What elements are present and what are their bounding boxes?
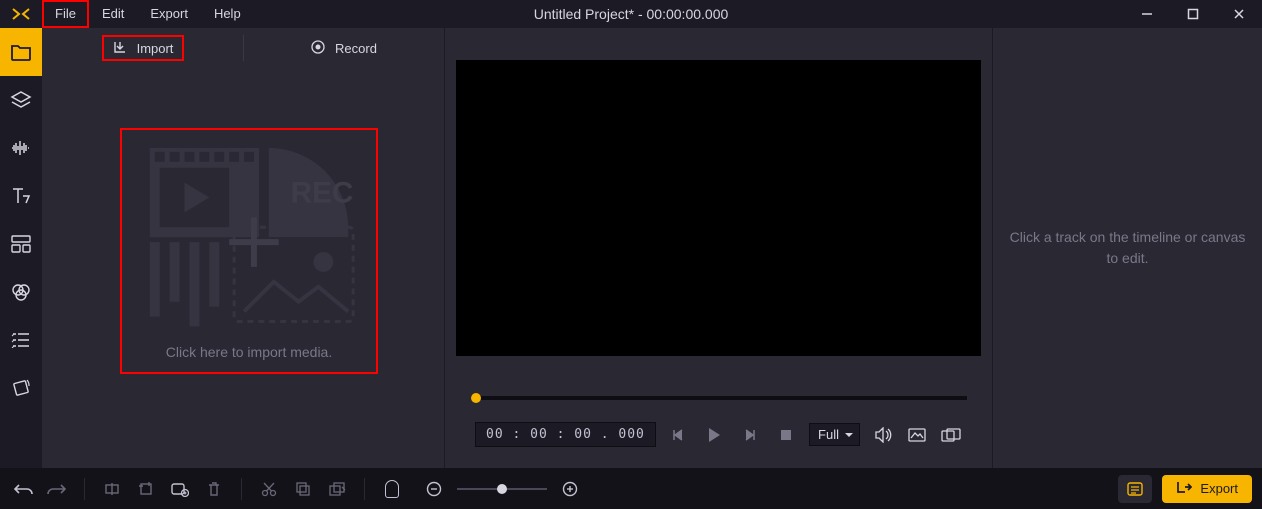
preview-right-controls: Full xyxy=(809,423,962,446)
export-button[interactable]: Export xyxy=(1162,475,1252,503)
scrubber-playhead[interactable] xyxy=(471,393,481,403)
preview-zoom-value: Full xyxy=(818,427,839,442)
maximize-button[interactable] xyxy=(1170,0,1216,28)
dropzone-illustration-icon: REC xyxy=(130,138,368,336)
zoom-in-button[interactable] xyxy=(557,476,583,502)
transport-controls xyxy=(669,426,795,444)
import-icon xyxy=(113,40,127,57)
tool-rotate[interactable] xyxy=(0,364,42,412)
copy-button[interactable] xyxy=(290,476,316,502)
menu-export[interactable]: Export xyxy=(137,0,201,28)
tool-list[interactable] xyxy=(0,316,42,364)
tool-layers[interactable] xyxy=(0,76,42,124)
delete-button[interactable] xyxy=(201,476,227,502)
volume-button[interactable] xyxy=(872,426,894,444)
render-queue-button[interactable] xyxy=(1118,475,1152,503)
tool-text[interactable] xyxy=(0,172,42,220)
add-clip-button[interactable] xyxy=(167,476,193,502)
menu-edit[interactable]: Edit xyxy=(89,0,137,28)
window-controls xyxy=(1124,0,1262,28)
dropzone-text: Click here to import media. xyxy=(166,344,333,360)
zoom-out-button[interactable] xyxy=(421,476,447,502)
prev-frame-button[interactable] xyxy=(669,426,687,444)
workspace: Import Record REC xyxy=(0,28,1262,468)
media-panel: Import Record REC xyxy=(42,28,445,468)
tool-audio[interactable] xyxy=(0,124,42,172)
menubar: File Edit Export Help Untitled Project* … xyxy=(0,0,1262,28)
stop-button[interactable] xyxy=(777,426,795,444)
cut-button[interactable] xyxy=(256,476,282,502)
import-tab[interactable]: Import xyxy=(102,35,184,61)
svg-text:REC: REC xyxy=(291,176,354,209)
bottom-right-controls: Export xyxy=(1118,475,1252,503)
zoom-knob[interactable] xyxy=(497,484,507,494)
inspector-panel: Click a track on the timeline or canvas … xyxy=(992,28,1262,468)
separator xyxy=(84,478,85,500)
timeline-zoom-slider xyxy=(421,476,583,502)
import-dropzone[interactable]: REC Click here to import media. xyxy=(120,128,378,374)
inspector-hint: Click a track on the timeline or canvas … xyxy=(1007,227,1248,269)
vertical-toolbar xyxy=(0,28,42,468)
record-tab-label: Record xyxy=(335,41,377,56)
record-tab[interactable]: Record xyxy=(244,28,444,68)
preview-scrubber[interactable] xyxy=(471,396,967,400)
crop-button[interactable] xyxy=(133,476,159,502)
preview-panel: 00 : 00 : 00 . 000 Full xyxy=(445,28,992,468)
menu-items: File Edit Export Help xyxy=(42,0,254,28)
timeline-toolbar: Export xyxy=(0,468,1262,509)
timecode-display[interactable]: 00 : 00 : 00 . 000 xyxy=(475,422,656,447)
redo-button[interactable] xyxy=(44,476,70,502)
tool-filters[interactable] xyxy=(0,268,42,316)
undo-button[interactable] xyxy=(10,476,36,502)
media-panel-tabs: Import Record xyxy=(42,28,444,68)
preview-controls: 00 : 00 : 00 . 000 Full xyxy=(455,422,982,447)
paste-button[interactable] xyxy=(324,476,350,502)
preview-zoom-select[interactable]: Full xyxy=(809,423,860,446)
next-frame-button[interactable] xyxy=(741,426,759,444)
marker-button[interactable] xyxy=(379,476,405,502)
menu-help[interactable]: Help xyxy=(201,0,254,28)
export-icon xyxy=(1176,480,1192,497)
snapshot-button[interactable] xyxy=(906,426,928,444)
app-logo xyxy=(0,0,42,28)
tool-media-folder[interactable] xyxy=(0,28,42,76)
fullscreen-button[interactable] xyxy=(940,426,962,444)
import-area: REC Click here to import media. xyxy=(74,128,412,448)
close-button[interactable] xyxy=(1216,0,1262,28)
play-button[interactable] xyxy=(705,426,723,444)
separator xyxy=(241,478,242,500)
menu-file[interactable]: File xyxy=(42,0,89,28)
separator xyxy=(364,478,365,500)
record-icon xyxy=(311,40,325,57)
tool-templates[interactable] xyxy=(0,220,42,268)
split-button[interactable] xyxy=(99,476,125,502)
preview-canvas[interactable] xyxy=(456,60,981,356)
minimize-button[interactable] xyxy=(1124,0,1170,28)
marker-icon xyxy=(385,480,399,498)
zoom-track[interactable] xyxy=(457,488,547,490)
import-tab-label: Import xyxy=(137,41,174,56)
export-button-label: Export xyxy=(1200,481,1238,496)
